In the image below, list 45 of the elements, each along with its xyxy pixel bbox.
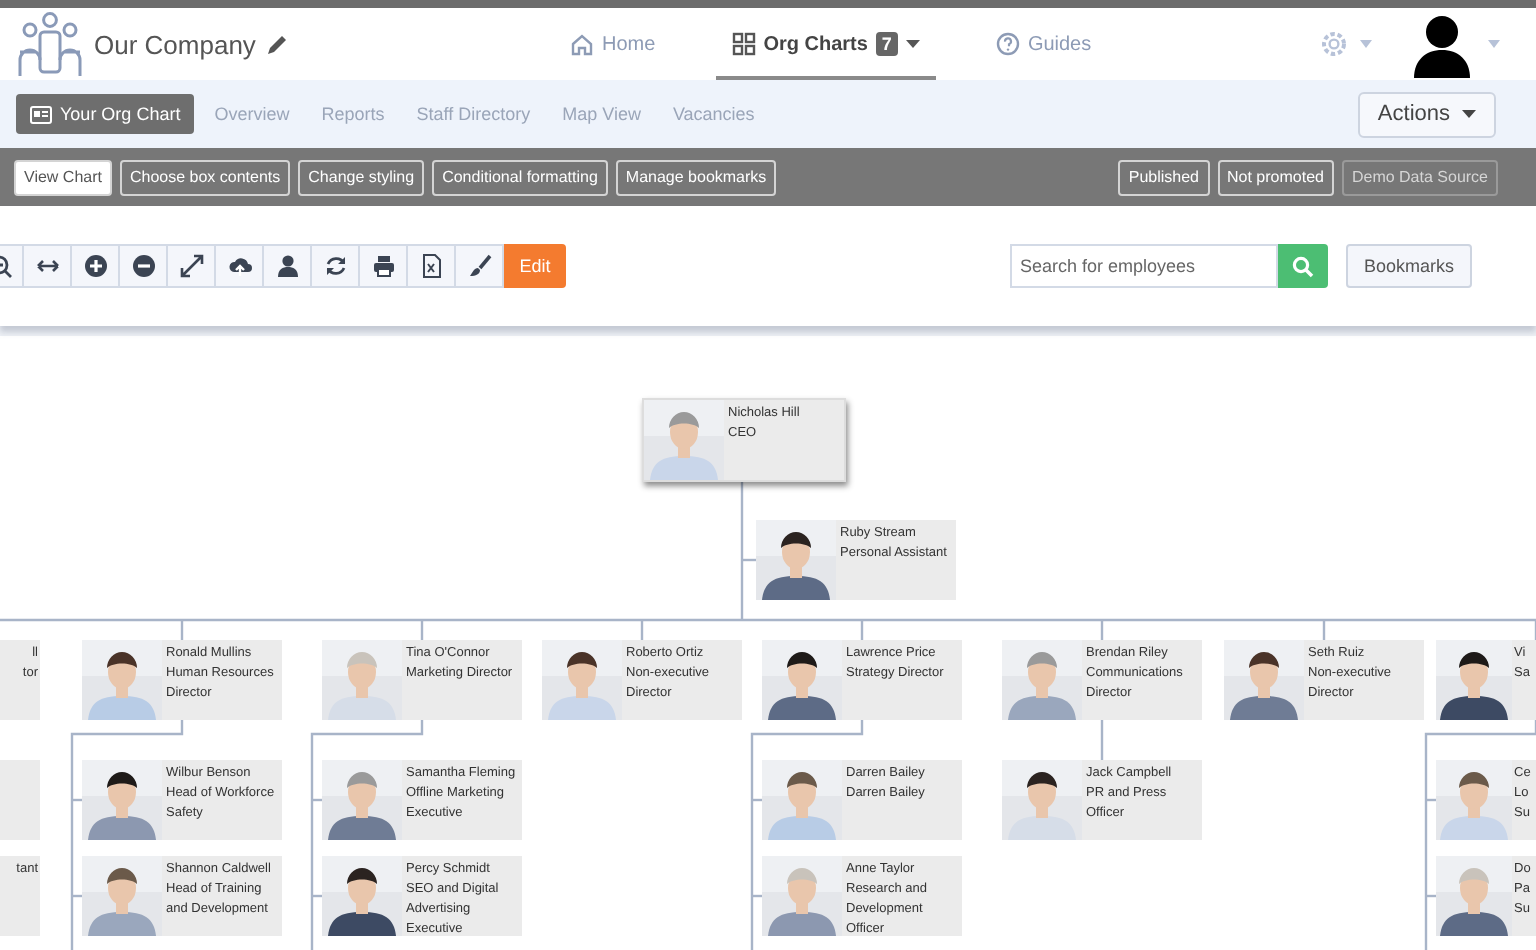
spreadsheet-file-icon xyxy=(419,254,443,278)
person-button[interactable] xyxy=(264,244,312,288)
user-avatar-icon xyxy=(1408,10,1476,78)
toolbar-button[interactable]: Conditional formatting xyxy=(432,159,608,195)
team-logo-icon xyxy=(16,10,84,78)
status-button[interactable]: Published xyxy=(1118,159,1209,195)
minus-circle-button[interactable] xyxy=(120,244,168,288)
cloud-upload-icon xyxy=(227,254,251,278)
bookmarks-button[interactable]: Bookmarks xyxy=(1345,244,1472,288)
plus-circle-icon xyxy=(83,254,107,278)
tab[interactable]: Your Org Chart xyxy=(16,94,195,134)
spreadsheet-file-button[interactable] xyxy=(408,244,456,288)
search-field[interactable]: Search for employees xyxy=(1009,244,1278,288)
person-icon xyxy=(275,254,299,278)
brush-button[interactable] xyxy=(456,244,504,288)
toolbar-button[interactable]: Choose box contents xyxy=(119,159,291,195)
expand-icon xyxy=(179,254,203,278)
refresh-icon xyxy=(323,254,347,278)
toolbar-button[interactable]: Manage bookmarks xyxy=(615,159,777,195)
company-name: Our Company xyxy=(94,29,256,59)
caret-icon xyxy=(1360,40,1372,48)
minus-circle-icon xyxy=(131,254,155,278)
home-icon xyxy=(570,32,594,56)
toolbar-button[interactable]: View Chart xyxy=(14,159,112,195)
caret-icon xyxy=(1462,110,1476,118)
print-icon xyxy=(371,254,395,278)
user-menu-button[interactable] xyxy=(1408,10,1500,78)
settings-icon xyxy=(1320,30,1348,58)
brush-icon xyxy=(467,254,491,278)
status-button[interactable]: Not promoted xyxy=(1217,159,1334,195)
grid-icon xyxy=(731,32,756,56)
connector-line xyxy=(1100,720,1104,760)
cloud-upload-button[interactable] xyxy=(216,244,264,288)
print-button[interactable] xyxy=(360,244,408,288)
pencil-icon xyxy=(265,33,288,55)
expand-button[interactable] xyxy=(168,244,216,288)
actions-button[interactable]: Actions xyxy=(1357,91,1496,137)
caret-icon xyxy=(1488,40,1500,48)
toolbar-button[interactable]: Change styling xyxy=(298,159,425,195)
search-icon xyxy=(1291,255,1314,277)
help-icon xyxy=(995,32,1020,56)
plus-circle-button[interactable] xyxy=(72,244,120,288)
refresh-button[interactable] xyxy=(312,244,360,288)
horizontal-arrows-button[interactable] xyxy=(24,244,72,288)
count-badge: 7 xyxy=(875,32,898,56)
